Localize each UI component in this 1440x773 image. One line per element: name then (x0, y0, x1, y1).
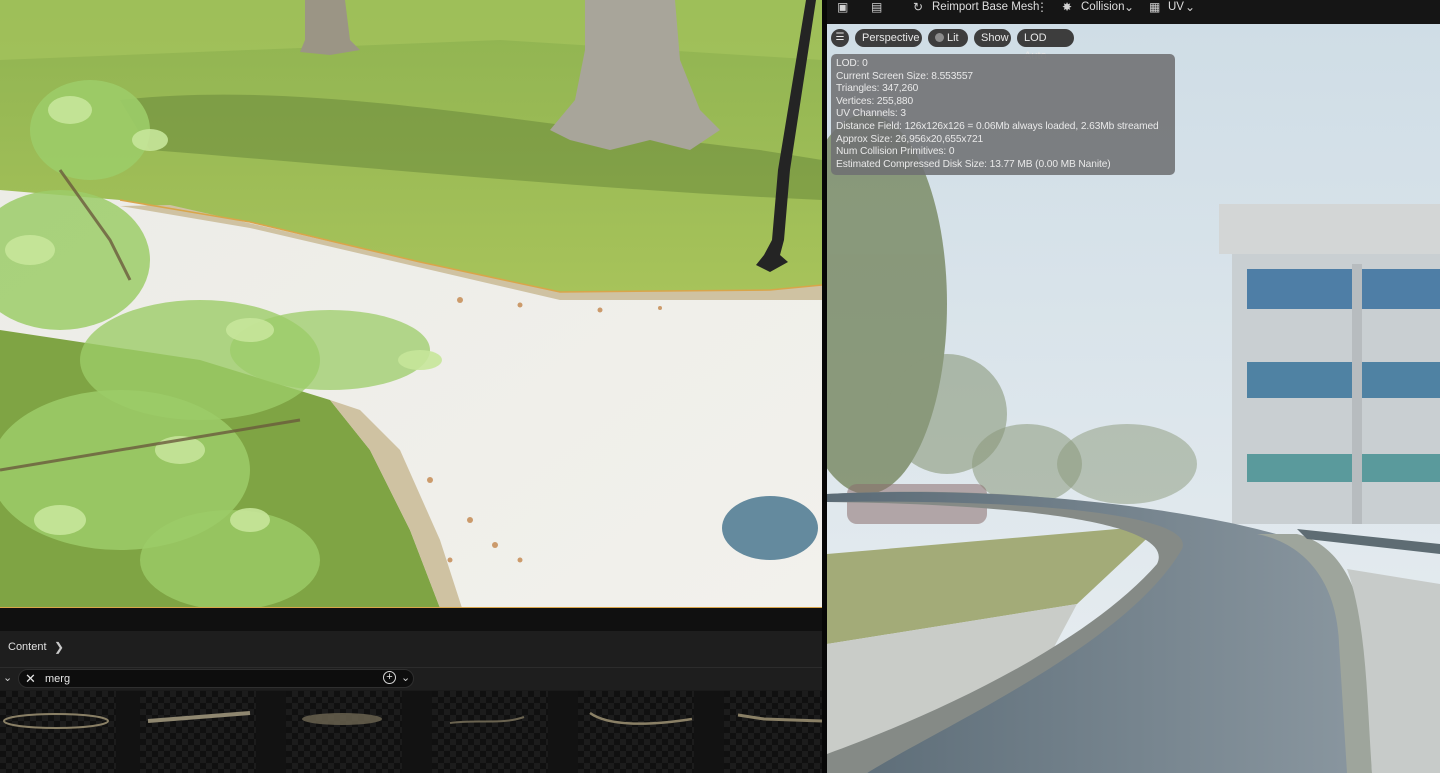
collision-dropdown[interactable]: Collision (1081, 0, 1124, 24)
filter-dropdown-icon[interactable]: ⌄ (401, 671, 410, 684)
add-filter-icon[interactable]: + (383, 671, 396, 684)
chevron-down-icon[interactable]: ⌄ (1124, 0, 1134, 14)
building (1219, 204, 1440, 524)
breadcrumb-content[interactable]: Content (8, 641, 47, 653)
content-browser-tabbar (0, 608, 822, 631)
more-options-icon[interactable]: ⋮ (1036, 0, 1048, 14)
show-button[interactable]: Show (974, 29, 1011, 47)
path-bar: Content ❯ (0, 631, 822, 668)
browse-icon[interactable]: ▤ (871, 0, 882, 14)
stat-triangles: Triangles: 347,260 (836, 83, 919, 95)
collision-icon[interactable]: ✸ (1062, 0, 1072, 14)
search-input[interactable] (45, 671, 345, 686)
stat-disk-size: Estimated Compressed Disk Size: 13.77 MB… (836, 158, 1111, 170)
uv-dropdown[interactable]: UV (1168, 0, 1184, 24)
chevron-down-icon[interactable]: ⌄ (3, 671, 12, 684)
stat-collision-primitives: Num Collision Primitives: 0 (836, 146, 955, 158)
stat-uv-channels: UV Channels: 3 (836, 108, 906, 120)
lighting-icon (935, 33, 944, 42)
stat-lod: LOD: 0 (836, 58, 868, 69)
asset-thumbnail[interactable] (286, 691, 402, 773)
save-icon[interactable]: ▣ (837, 0, 848, 14)
search-row: ⌄ ✕ + ⌄ (0, 668, 822, 690)
lod-button[interactable]: LOD Auto (1017, 29, 1074, 62)
asset-thumbnail[interactable] (724, 691, 822, 773)
asset-thumbnail[interactable] (0, 691, 116, 773)
mesh-editor-toolbar: ▣ ▤ ↻ Reimport Base Mesh ⋮ ✸ Collision ⌄… (827, 0, 1440, 24)
uv-grid-icon[interactable]: ▦ (1149, 0, 1160, 14)
stat-distance-field: Distance Field: 126x126x126 = 0.06Mb alw… (836, 120, 1159, 132)
reimport-base-mesh-button[interactable]: Reimport Base Mesh (932, 0, 1039, 24)
asset-thumbnail[interactable] (140, 691, 256, 773)
stat-vertices: Vertices: 255,880 (836, 95, 914, 107)
content-browser: Content ❯ ⌄ ✕ + ⌄ (0, 608, 822, 773)
stat-screen-size: Current Screen Size: 8.553557 (836, 70, 973, 82)
reimport-icon[interactable]: ↻ (913, 0, 923, 14)
viewport-menu-button[interactable]: ☰ (831, 29, 849, 47)
asset-grid (0, 691, 822, 773)
asset-thumbnail[interactable] (432, 691, 548, 773)
chevron-down-icon[interactable]: ⌄ (1185, 0, 1195, 14)
clear-search-icon[interactable]: ✕ (25, 671, 36, 687)
mesh-stats-overlay: LOD: 0 Current Screen Size: 8.553557 Tri… (831, 54, 1175, 175)
perspective-button[interactable]: Perspective (855, 29, 922, 47)
search-box[interactable]: ✕ + ⌄ (18, 669, 414, 688)
asset-thumbnail[interactable] (578, 691, 694, 773)
mesh-preview-viewport[interactable]: ☰ Perspective Lit Show LOD Auto LOD: 0 C… (827, 24, 1440, 773)
level-scene (0, 0, 822, 608)
stat-approx-size: Approx Size: 26,956x20,655x721 (836, 133, 984, 145)
lit-button[interactable]: Lit (928, 29, 968, 47)
chevron-right-icon[interactable]: ❯ (54, 640, 64, 654)
lit-label: Lit (947, 32, 959, 44)
level-viewport[interactable] (0, 0, 822, 608)
